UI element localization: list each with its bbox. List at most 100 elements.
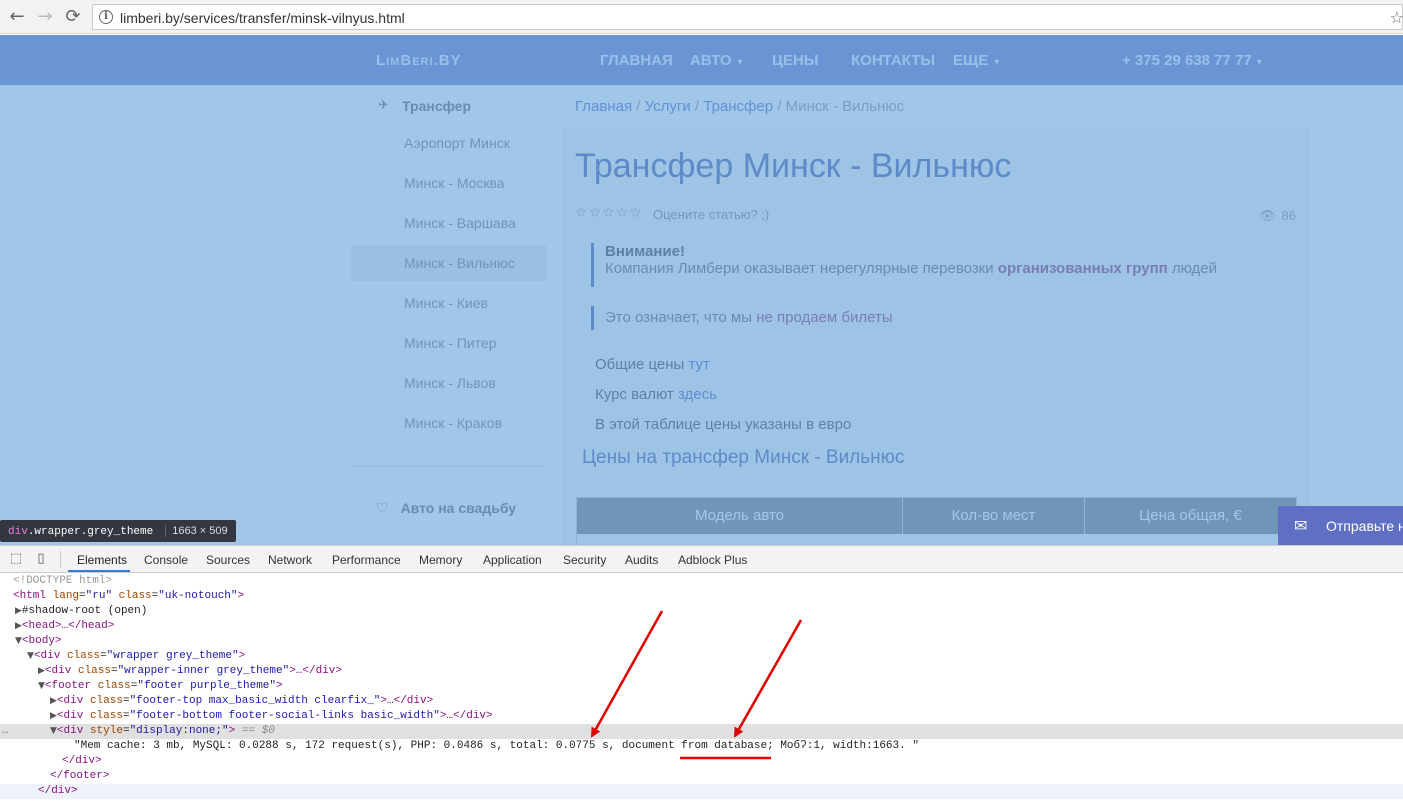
rates-link[interactable]: здесь bbox=[678, 386, 717, 403]
breadcrumb: Главная / Услуги / Трансфер / Минск - Ви… bbox=[575, 98, 904, 115]
tab-memory[interactable]: Memory bbox=[419, 553, 462, 567]
dom-node-wrapper[interactable]: ▼<div class="wrapper grey_theme"> bbox=[0, 649, 1403, 664]
dom-text-node[interactable]: "Mem cache: 3 mb, MySQL: 0.0288 s, 172 r… bbox=[0, 739, 1403, 754]
breadcrumb-link-transfer[interactable]: Трансфер bbox=[703, 98, 773, 115]
tag-close: >…</div> bbox=[439, 710, 493, 722]
expand-triangle-icon[interactable]: ▶ bbox=[38, 666, 45, 676]
sidebar-item-label: Минск - Вильнюс bbox=[404, 255, 515, 271]
sidebar-item-minsk-kiev[interactable]: Минск - Киев bbox=[351, 285, 546, 321]
menu-item-home[interactable]: ГЛАВНАЯ bbox=[600, 52, 673, 69]
tag-name: <div bbox=[56, 725, 84, 737]
sidebar-item-minsk-krakow[interactable]: Минск - Краков bbox=[351, 405, 546, 441]
dom-node-hidden-div[interactable]: … ▼<div style="display:none;"> == $0 bbox=[0, 724, 1403, 739]
tab-sources[interactable]: Sources bbox=[206, 553, 250, 567]
tab-performance[interactable]: Performance bbox=[332, 553, 401, 567]
paragraph-prices: Общие цены тут bbox=[595, 356, 710, 373]
menu-item-auto[interactable]: АВТО ▾ bbox=[690, 52, 743, 69]
collapse-triangle-icon[interactable]: ▼ bbox=[27, 651, 34, 661]
menu-label: ГЛАВНАЯ bbox=[600, 52, 673, 69]
dom-node-footer-close[interactable]: </footer> bbox=[0, 769, 1403, 784]
sidebar-item-label: Минск - Москва bbox=[404, 175, 505, 191]
breadcrumb-separator: / bbox=[777, 98, 782, 115]
menu-item-prices[interactable]: ЦЕНЫ bbox=[772, 52, 818, 69]
site-logo[interactable]: LimBeri.BY bbox=[376, 52, 462, 69]
dom-node-wrapper-close[interactable]: </div> bbox=[0, 784, 1403, 799]
expand-triangle-icon[interactable]: ▶ bbox=[50, 696, 57, 706]
expand-triangle-icon[interactable]: ▶ bbox=[15, 621, 22, 631]
dom-node-body[interactable]: ▼<body> bbox=[0, 634, 1403, 649]
tab-security[interactable]: Security bbox=[563, 553, 606, 567]
dom-node-shadow-root[interactable]: ▶#shadow-root (open) bbox=[0, 604, 1403, 619]
dom-node-head[interactable]: ▶<head>…</head> bbox=[0, 619, 1403, 634]
device-toolbar-icon[interactable]: ▯ bbox=[33, 551, 49, 567]
attr-name: class bbox=[89, 710, 123, 722]
sidebar-item-minsk-vilnius[interactable]: Минск - Вильнюс bbox=[351, 245, 546, 281]
tag-name: <body> bbox=[21, 635, 62, 647]
tag-name: </div> bbox=[62, 755, 102, 767]
collapse-triangle-icon[interactable]: ▼ bbox=[15, 636, 22, 646]
sidebar-item-minsk-warsaw[interactable]: Минск - Варшава bbox=[351, 205, 546, 241]
sidebar-item-label: Минск - Краков bbox=[404, 415, 503, 431]
sidebar-divider bbox=[351, 466, 546, 467]
inspect-element-icon[interactable]: ⬚ bbox=[8, 551, 24, 567]
sidebar-item-label: Минск - Львов bbox=[404, 375, 496, 391]
rating-stars[interactable]: ☆☆☆☆☆ bbox=[575, 205, 643, 221]
table-header-model: Модель авто bbox=[577, 498, 903, 534]
dom-node-footer[interactable]: ▼<footer class="footer purple_theme"> bbox=[0, 679, 1403, 694]
tab-application[interactable]: Application bbox=[483, 553, 542, 567]
prices-link[interactable]: тут bbox=[689, 356, 710, 373]
menu-label: КОНТАКТЫ bbox=[851, 52, 936, 69]
url-text[interactable]: limberi.by/services/transfer/minsk-vilny… bbox=[120, 10, 405, 26]
menu-item-contacts[interactable]: КОНТАКТЫ bbox=[851, 52, 935, 69]
page-viewport: LimBeri.BY ГЛАВНАЯ АВТО ▾ ЦЕНЫ КОНТАКТЫ Е… bbox=[0, 35, 1403, 545]
forward-icon[interactable]: → bbox=[34, 6, 56, 28]
dom-node-footer-bottom[interactable]: ▶<div class="footer-bottom footer-social… bbox=[0, 709, 1403, 724]
notice-end: людей bbox=[1171, 260, 1218, 277]
bookmark-star-icon[interactable]: ☆ bbox=[1390, 8, 1403, 27]
prices-table: Модель авто Кол-во мест Цена общая, € bbox=[576, 497, 1297, 545]
dom-node-footer-top[interactable]: ▶<div class="footer-top max_basic_width … bbox=[0, 694, 1403, 709]
menu-item-more[interactable]: ЕЩЕ ▾ bbox=[953, 52, 999, 69]
dom-node-div-close[interactable]: </div> bbox=[0, 754, 1403, 769]
sidebar-item-minsk-moscow[interactable]: Минск - Москва bbox=[351, 165, 546, 201]
expand-triangle-icon[interactable]: ▶ bbox=[15, 606, 22, 616]
table-header-seats: Кол-во мест bbox=[903, 498, 1085, 534]
plane-icon: ✈ bbox=[378, 98, 389, 113]
tab-audits[interactable]: Audits bbox=[625, 553, 658, 567]
sidebar-item-minsk-lviv[interactable]: Минск - Львов bbox=[351, 365, 546, 401]
sidebar-item-wedding[interactable]: ♡ Авто на свадьбу bbox=[376, 500, 516, 517]
heart-icon: ♡ bbox=[376, 501, 389, 517]
more-options-icon[interactable]: … bbox=[2, 724, 9, 739]
feedback-button[interactable]: ✉ Отправьте н bbox=[1278, 506, 1403, 545]
sidebar-item-minsk-piter[interactable]: Минск - Питер bbox=[351, 325, 546, 361]
breadcrumb-separator: / bbox=[694, 98, 700, 115]
article-card bbox=[562, 128, 1310, 545]
breadcrumb-link-services[interactable]: Услуги bbox=[645, 98, 691, 115]
breadcrumb-current: Минск - Вильнюс bbox=[785, 98, 905, 115]
sidebar-item-label: Минск - Киев bbox=[404, 295, 488, 311]
reload-icon[interactable]: ⟳ bbox=[62, 6, 84, 28]
collapse-triangle-icon[interactable]: ▼ bbox=[50, 726, 57, 736]
active-tab-indicator bbox=[68, 570, 130, 572]
back-icon[interactable]: ← bbox=[6, 6, 28, 28]
devtools-panel: ⬚ ▯ Elements Console Sources Network Per… bbox=[0, 545, 1403, 801]
site-info-icon[interactable]: i bbox=[99, 10, 113, 24]
dom-node-wrapper-inner[interactable]: ▶<div class="wrapper-inner grey_theme">…… bbox=[0, 664, 1403, 679]
tag-name: </div> bbox=[38, 785, 78, 797]
tooltip-tag: div bbox=[8, 526, 28, 538]
collapse-triangle-icon[interactable]: ▼ bbox=[38, 681, 45, 691]
address-bar[interactable]: i limberi.by/services/transfer/minsk-vil… bbox=[92, 4, 1403, 30]
sidebar-item-airport-minsk[interactable]: Аэропорт Минск bbox=[351, 125, 546, 161]
tab-elements[interactable]: Elements bbox=[77, 553, 127, 567]
notice-highlight: организованных групп bbox=[997, 260, 1168, 277]
attr-value: "wrapper grey_theme" bbox=[106, 650, 239, 662]
phone-number[interactable]: + 375 29 638 77 77 ▾ bbox=[1122, 52, 1262, 69]
dom-node-html[interactable]: <html lang="ru" class="uk-notouch"> bbox=[0, 589, 1403, 604]
tab-console[interactable]: Console bbox=[144, 553, 188, 567]
breadcrumb-link-home[interactable]: Главная bbox=[575, 98, 632, 115]
dom-node-doctype[interactable]: <!DOCTYPE html> bbox=[0, 574, 1403, 589]
expand-triangle-icon[interactable]: ▶ bbox=[50, 711, 57, 721]
shadow-root-text: #shadow-root (open) bbox=[21, 605, 148, 617]
tab-network[interactable]: Network bbox=[268, 553, 312, 567]
tab-adblock-plus[interactable]: Adblock Plus bbox=[678, 553, 747, 567]
